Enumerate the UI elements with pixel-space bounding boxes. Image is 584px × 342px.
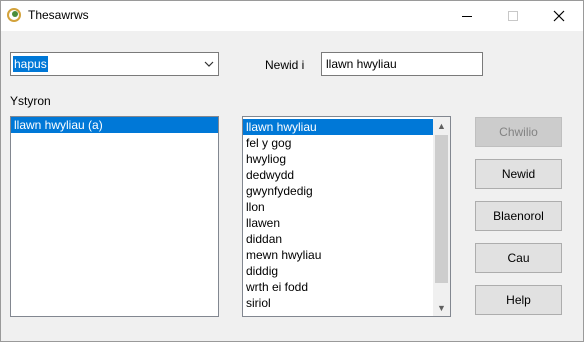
thesaurus-dialog: Thesawrws hapus Newid i llawn hwyliau Ys… — [0, 0, 584, 342]
replace-button[interactable]: Newid — [475, 159, 562, 189]
list-item[interactable]: llawn hwyliau (a) — [11, 117, 218, 133]
lookup-word-combobox[interactable]: hapus — [10, 52, 219, 76]
replace-with-label: Newid i — [265, 58, 305, 72]
replace-with-input[interactable]: llawn hwyliau — [321, 52, 483, 76]
list-item[interactable]: diddan — [243, 231, 450, 247]
list-item[interactable]: siriol — [243, 295, 450, 311]
chevron-down-icon[interactable] — [204, 59, 214, 69]
minimize-button[interactable] — [444, 1, 490, 31]
synonyms-scrollbar[interactable]: ▲ ▼ — [433, 117, 450, 316]
list-item[interactable]: dedwydd — [243, 167, 450, 183]
list-item[interactable]: hwyliog — [243, 151, 450, 167]
list-item[interactable]: llawn hwyliau — [243, 119, 450, 135]
list-item[interactable]: gwynfydedig — [243, 183, 450, 199]
scroll-thumb[interactable] — [435, 135, 448, 283]
title-bar[interactable]: Thesawrws — [1, 1, 583, 31]
list-item[interactable]: llawen — [243, 215, 450, 231]
app-icon — [7, 8, 21, 22]
close-icon — [553, 10, 565, 22]
previous-button[interactable]: Blaenorol — [475, 201, 562, 231]
minimize-icon — [462, 15, 472, 17]
synonyms-list[interactable]: llawn hwyliau fel y gog hwyliog dedwydd gwyn… — [242, 116, 451, 317]
close-button[interactable] — [536, 1, 582, 31]
cancel-button[interactable]: Cau — [475, 243, 562, 273]
lookup-word-text: hapus — [13, 56, 48, 72]
help-button[interactable]: Help — [475, 285, 562, 315]
meanings-label: Ystyron — [10, 94, 51, 108]
window-title: Thesawrws — [28, 8, 89, 22]
list-item[interactable]: wrth ei fodd — [243, 279, 450, 295]
list-item[interactable]: llon — [243, 199, 450, 215]
list-item[interactable]: fel y gog — [243, 135, 450, 151]
list-item[interactable]: diddig — [243, 263, 450, 279]
list-item[interactable]: mewn hwyliau — [243, 247, 450, 263]
lookup-button: Chwilio — [475, 117, 562, 147]
maximize-button — [490, 1, 536, 31]
scroll-up-icon[interactable]: ▲ — [433, 117, 450, 134]
meanings-list[interactable]: llawn hwyliau (a) — [10, 116, 219, 317]
maximize-icon — [508, 11, 518, 21]
scroll-down-icon[interactable]: ▼ — [433, 299, 450, 316]
